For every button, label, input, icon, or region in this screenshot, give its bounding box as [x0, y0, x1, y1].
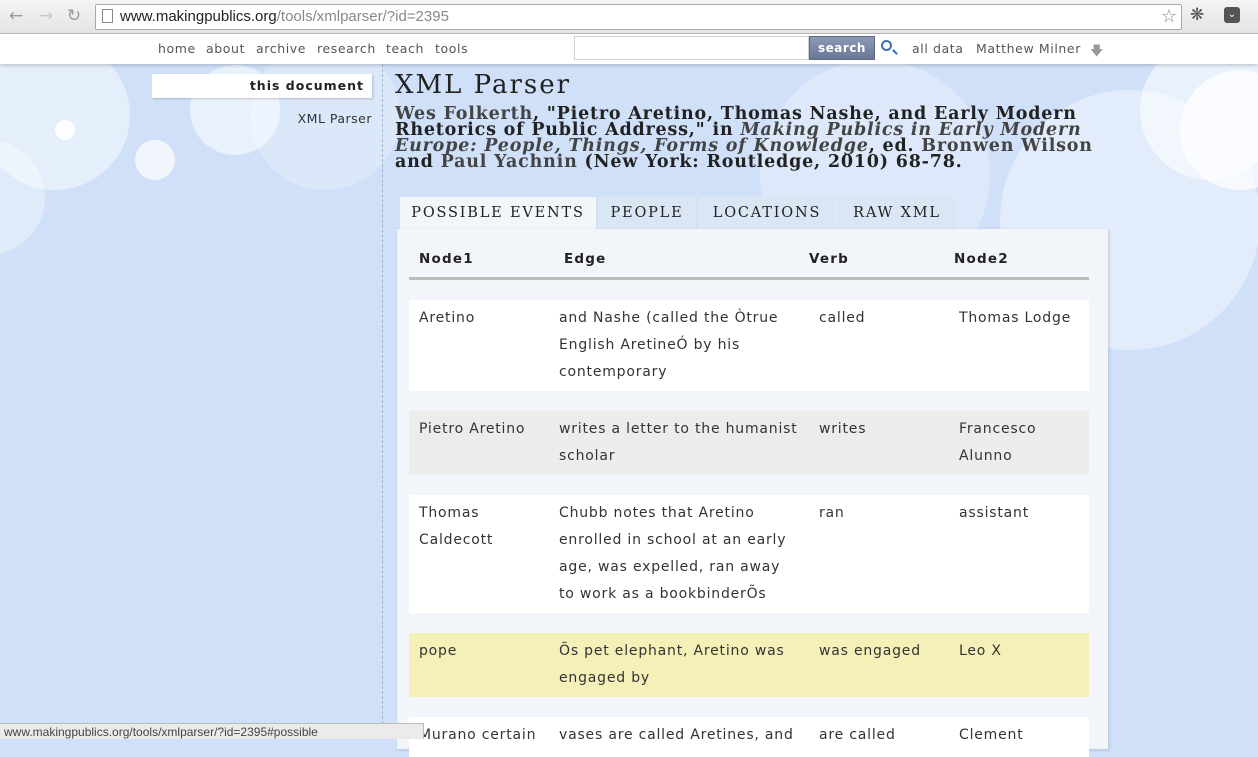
page-title: XML Parser [395, 70, 572, 100]
nav-about[interactable]: about [206, 41, 245, 56]
search-input[interactable] [574, 36, 809, 60]
tab-locations[interactable]: LOCATIONS [698, 197, 836, 229]
address-bar[interactable]: www.makingpublics.org/tools/xmlparser/?i… [95, 4, 1182, 30]
column-divider [382, 64, 383, 739]
table-row[interactable]: Thomas Caldecott Chubb notes that Aretin… [409, 495, 1089, 613]
browser-toolbar: ← → ↻ www.makingpublics.org/tools/xmlpar… [0, 0, 1258, 34]
table-row[interactable]: Aretino and Nashe (called the Òtrue Engl… [409, 300, 1089, 391]
user-menu[interactable]: Matthew Milner [976, 41, 1081, 56]
url-text: www.makingpublics.org/tools/xmlparser/?i… [120, 8, 449, 25]
nav-research[interactable]: research [317, 41, 376, 56]
sidebar-heading: this document [152, 74, 372, 98]
table-row[interactable]: Pietro Aretino writes a letter to the hu… [409, 411, 1089, 475]
page-icon [102, 9, 113, 23]
citation: Wes Folkerth, "Pietro Aretino, Thomas Na… [395, 104, 1093, 172]
events-panel: Node1 Edge Verb Node2 Aretino and Nashe … [397, 229, 1108, 757]
arrow-down-icon[interactable]: 🡇 [1090, 42, 1103, 64]
status-bar-url: www.makingpublics.org/tools/xmlparser/?i… [0, 723, 424, 739]
table-row[interactable]: pope Õs pet elephant, Aretino was engage… [409, 633, 1089, 697]
column-header-edge[interactable]: Edge [564, 251, 607, 267]
column-header-node2[interactable]: Node2 [954, 251, 1009, 267]
nav-archive[interactable]: archive [256, 41, 306, 56]
site-header: home about archive research teach tools … [0, 34, 1258, 64]
column-header-verb[interactable]: Verb [809, 251, 849, 267]
table-header: Node1 Edge Verb Node2 [409, 229, 1089, 280]
nav-teach[interactable]: teach [386, 41, 424, 56]
search-icon[interactable] [881, 40, 892, 51]
column-header-node1[interactable]: Node1 [419, 251, 474, 267]
reload-icon[interactable]: ↻ [64, 6, 84, 26]
tab-possible-events[interactable]: POSSIBLE EVENTS [400, 197, 596, 229]
all-data-link[interactable]: all data [912, 41, 964, 56]
table-row[interactable]: Murano certain vases are called Aretines… [409, 717, 1089, 757]
sidebar-item-xml-parser[interactable]: XML Parser [152, 111, 372, 126]
tab-raw-xml[interactable]: RAW XML [838, 197, 956, 229]
tab-people[interactable]: PEOPLE [598, 197, 696, 229]
pocket-extension-icon[interactable]: ⌄ [1224, 7, 1240, 23]
sidebar: this document XML Parser [152, 74, 372, 126]
search-button[interactable]: search [809, 36, 875, 60]
bookmark-star-icon[interactable]: ☆ [1161, 6, 1177, 27]
bug-extension-icon[interactable]: ❋ [1190, 5, 1204, 25]
back-icon[interactable]: ← [6, 6, 26, 26]
nav-home[interactable]: home [158, 41, 196, 56]
editor-link-2[interactable]: Paul Yachnin [441, 152, 578, 172]
forward-icon[interactable]: → [36, 6, 56, 26]
nav-tools[interactable]: tools [435, 41, 468, 56]
